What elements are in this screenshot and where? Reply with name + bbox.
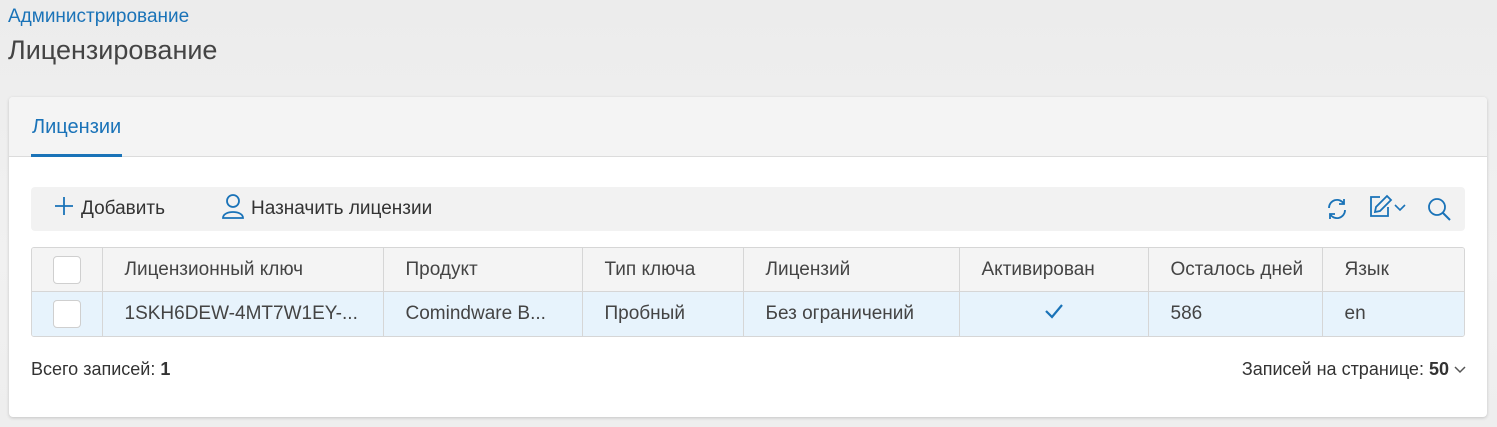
assign-licenses-label: Назначить лицензии (251, 198, 433, 219)
table-header-row: Лицензионный ключ Продукт Тип ключа Лице… (32, 248, 1464, 292)
cell-key-type: Пробный (582, 291, 744, 336)
column-header-days-left[interactable]: Осталось дней (1148, 248, 1323, 292)
table-row[interactable]: 1SKH6DEW-4MT7W1EY-... Comindware B... Пр… (32, 291, 1464, 336)
add-button[interactable]: Добавить (53, 187, 165, 231)
cell-product: Comindware B... (383, 291, 583, 336)
edit-menu-button[interactable] (1365, 194, 1409, 225)
total-records-label: Всего записей: (31, 359, 156, 379)
page-size-label: Записей на странице: (1241, 359, 1424, 379)
total-records: Всего записей: 1 (31, 359, 170, 380)
column-header-key-type[interactable]: Тип ключа (582, 248, 744, 292)
toolbar: Добавить Назначить лицензии (31, 187, 1465, 231)
page-size-value: 50 (1428, 359, 1449, 379)
select-all-checkbox[interactable] (52, 255, 81, 284)
row-select-cell (32, 291, 103, 336)
breadcrumb[interactable]: Администрирование (8, 6, 189, 28)
column-header-product[interactable]: Продукт (383, 248, 583, 292)
cell-activated (959, 291, 1149, 336)
licenses-card: Лицензии Добавить Назначить лицензии Лиц… (9, 97, 1487, 417)
select-all-cell (32, 248, 103, 292)
edit-icon (1367, 194, 1393, 225)
licenses-table: Лицензионный ключ Продукт Тип ключа Лице… (31, 247, 1465, 337)
total-records-value: 1 (160, 359, 171, 379)
chevron-down-icon (1453, 359, 1467, 380)
cell-licenses: Без ограничений (743, 291, 960, 336)
page-size-selector[interactable]: Записей на странице: 50 (1242, 359, 1467, 380)
checkmark-icon (1044, 303, 1064, 324)
search-icon[interactable] (1426, 196, 1452, 222)
cell-days-left: 586 (1148, 291, 1323, 336)
assign-licenses-button[interactable]: Назначить лицензии (221, 187, 432, 231)
tab-bar: Лицензии (9, 97, 1487, 157)
page-title: Лицензирование (8, 35, 218, 65)
row-checkbox[interactable] (52, 300, 81, 328)
column-header-activated[interactable]: Активирован (959, 248, 1149, 292)
column-header-key[interactable]: Лицензионный ключ (102, 248, 384, 292)
column-header-language[interactable]: Язык (1322, 248, 1464, 292)
tab-licenses[interactable]: Лицензии (31, 97, 123, 157)
chevron-down-icon (1393, 200, 1407, 218)
cell-key: 1SKH6DEW-4MT7W1EY-... (102, 291, 384, 336)
cell-language: en (1322, 291, 1464, 336)
column-header-licenses[interactable]: Лицензий (743, 248, 960, 292)
plus-icon (53, 195, 81, 223)
refresh-icon[interactable] (1324, 196, 1350, 222)
add-button-label: Добавить (81, 198, 165, 219)
user-icon (221, 193, 251, 225)
